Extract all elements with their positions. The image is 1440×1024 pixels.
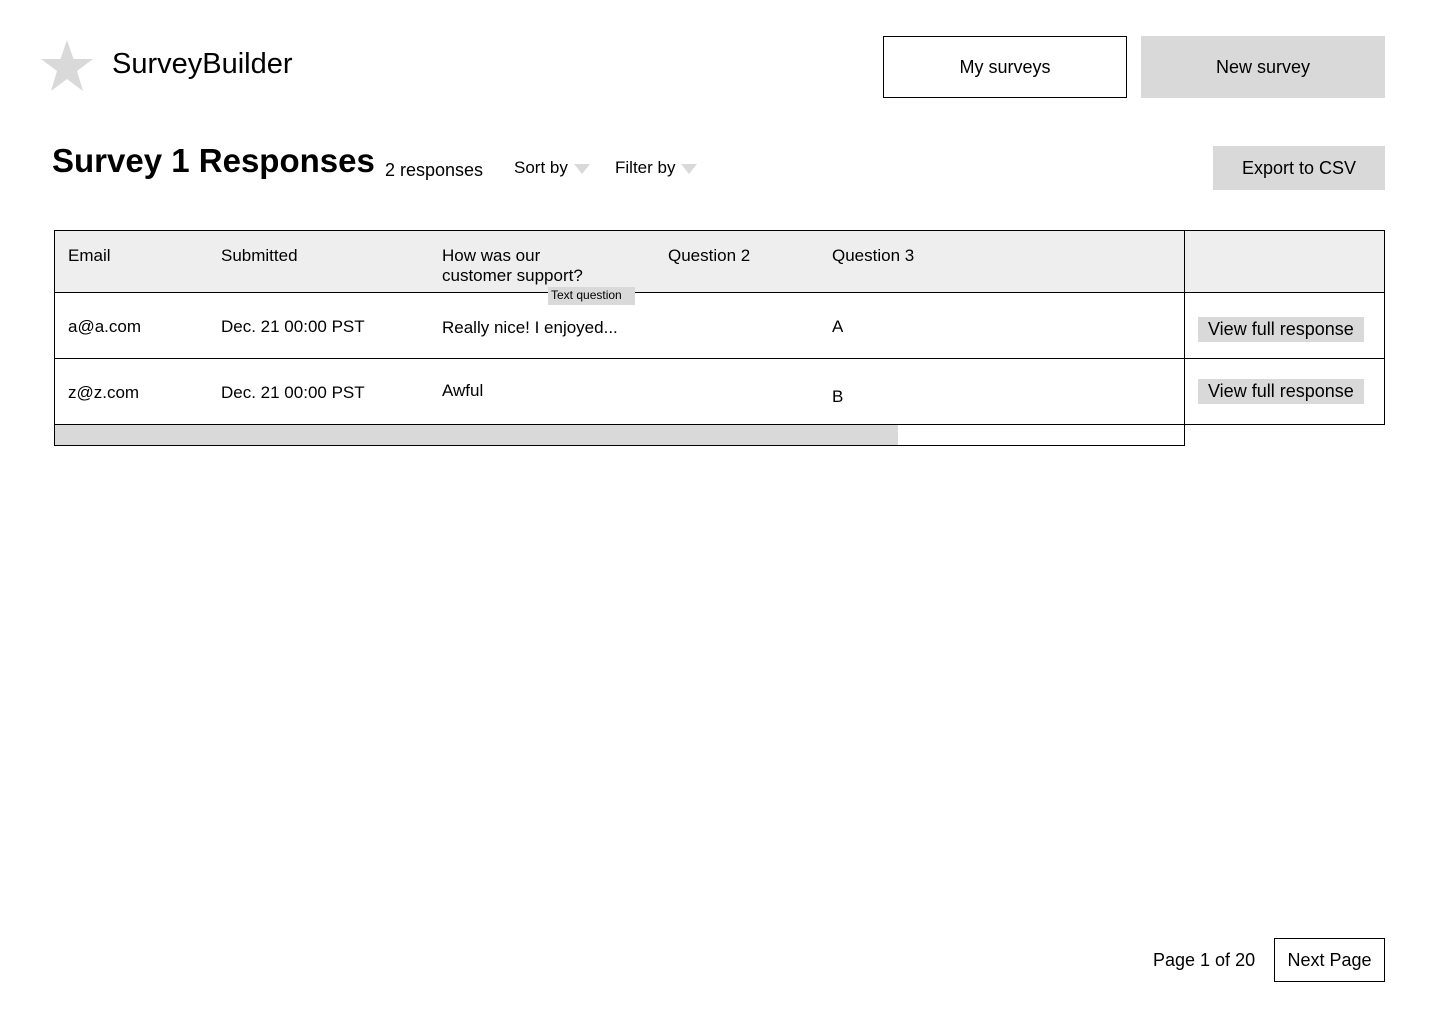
- column-header-q1[interactable]: How was our customer support?: [442, 246, 612, 286]
- column-header-q3[interactable]: Question 3: [832, 246, 914, 266]
- export-csv-button[interactable]: Export to CSV: [1213, 146, 1385, 190]
- new-survey-button[interactable]: New survey: [1141, 36, 1385, 98]
- chevron-down-icon: [573, 163, 590, 174]
- view-full-response-button[interactable]: View full response: [1198, 379, 1364, 404]
- my-surveys-button[interactable]: My surveys: [883, 36, 1127, 98]
- app-name: SurveyBuilder: [112, 48, 293, 80]
- page-title: Survey 1 Responses: [52, 142, 375, 179]
- view-full-response-button[interactable]: View full response: [1198, 317, 1364, 342]
- divider: [54, 358, 1385, 359]
- filter-by-label: Filter by: [615, 158, 676, 177]
- page-indicator: Page 1 of 20: [1153, 950, 1256, 970]
- filter-by-dropdown[interactable]: Filter by: [615, 158, 698, 178]
- cell-q1: Awful: [442, 381, 484, 400]
- star-icon: [41, 40, 93, 91]
- cell-q3: B: [832, 387, 844, 406]
- cell-q1: Really nice! I enjoyed...: [442, 318, 618, 337]
- cell-submitted: Dec. 21 00:00 PST: [221, 317, 365, 336]
- cell-q3: A: [832, 317, 844, 336]
- column-header-submitted[interactable]: Submitted: [221, 246, 298, 266]
- tooltip-text-question: Text question: [548, 287, 635, 305]
- column-header-q2[interactable]: Question 2: [668, 246, 750, 266]
- sort-by-label: Sort by: [514, 158, 568, 177]
- response-count: 2 responses: [385, 160, 484, 180]
- cell-email: a@a.com: [68, 317, 142, 336]
- chevron-down-icon: [681, 163, 698, 174]
- sort-by-dropdown[interactable]: Sort by: [514, 158, 590, 178]
- divider: [54, 292, 1385, 293]
- cell-submitted: Dec. 21 00:00 PST: [221, 383, 365, 402]
- column-header-email[interactable]: Email: [68, 246, 111, 266]
- next-page-button[interactable]: Next Page: [1274, 938, 1385, 982]
- horizontal-scrollbar-thumb[interactable]: [55, 425, 898, 445]
- cell-email: z@z.com: [68, 383, 140, 402]
